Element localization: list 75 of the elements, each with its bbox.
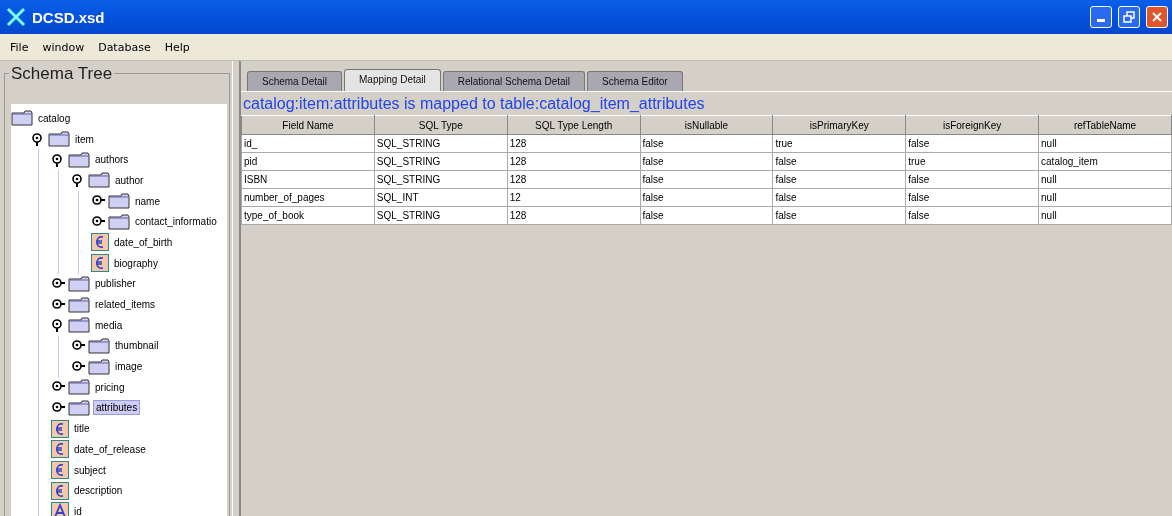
minimize-button[interactable]: [1090, 6, 1112, 28]
collapse-handle-icon[interactable]: [31, 132, 45, 147]
tree-item[interactable]: title: [72, 422, 92, 436]
folder-icon: [48, 131, 70, 148]
menu-item[interactable]: File: [10, 40, 29, 54]
restore-icon: [1123, 11, 1135, 23]
column-header[interactable]: SQL Type Length: [507, 115, 641, 135]
attribute-icon: [51, 502, 69, 516]
folder-icon: [88, 358, 110, 375]
tree-item[interactable]: related_items: [93, 298, 158, 312]
column-header[interactable]: refTableName: [1038, 115, 1172, 135]
tree-item[interactable]: date_of_release: [72, 442, 148, 456]
tree-item[interactable]: date_of_birth: [112, 235, 175, 249]
tree-item[interactable]: thumbnail: [113, 339, 161, 353]
tab[interactable]: Relational Schema Detail: [442, 71, 586, 91]
mapping-title: catalog:item:attributes is mapped to table:catalog_item_attributes: [242, 94, 706, 114]
expand-handle-icon[interactable]: [51, 400, 65, 415]
minimize-icon: [1097, 19, 1105, 22]
folder-icon: [88, 337, 110, 354]
restore-button[interactable]: [1118, 6, 1140, 28]
folder-icon: [68, 379, 90, 396]
tree-item[interactable]: media: [93, 318, 125, 332]
folder-icon: [68, 151, 90, 168]
element-icon: [51, 419, 69, 438]
collapse-handle-icon[interactable]: [71, 173, 85, 188]
tree-item[interactable]: attributes: [93, 400, 141, 416]
tree-item[interactable]: image: [113, 360, 145, 374]
folder-icon: [68, 296, 90, 313]
tree-item[interactable]: description: [72, 484, 125, 498]
tree-item[interactable]: authors: [93, 153, 131, 167]
column-header[interactable]: SQL Type: [374, 115, 508, 135]
close-icon: [1151, 11, 1163, 23]
app-logo-icon: [6, 7, 26, 27]
expand-handle-icon[interactable]: [71, 338, 85, 353]
element-icon: [51, 461, 69, 480]
column-header[interactable]: isForeignKey: [905, 115, 1039, 135]
collapse-handle-icon[interactable]: [51, 318, 65, 333]
expand-handle-icon[interactable]: [71, 359, 85, 374]
splitter[interactable]: [232, 61, 240, 516]
element-icon: [91, 233, 109, 252]
tree-item[interactable]: biography: [112, 256, 160, 270]
element-icon: [51, 440, 69, 459]
tree-item[interactable]: id: [72, 504, 84, 516]
folder-icon: [68, 275, 90, 292]
tab[interactable]: Mapping Detail: [344, 69, 441, 91]
tree-item[interactable]: name: [133, 194, 162, 208]
tree-item[interactable]: item: [73, 132, 96, 146]
column-header[interactable]: isPrimaryKey: [772, 115, 906, 135]
collapse-handle-icon[interactable]: [51, 152, 65, 167]
element-icon: [51, 481, 69, 500]
tree-item[interactable]: author: [113, 173, 146, 187]
menu-item[interactable]: Database: [98, 40, 151, 54]
window-title: DCSD.xsd: [32, 8, 106, 26]
tree-item[interactable]: subject: [72, 463, 108, 477]
element-icon: [91, 254, 109, 273]
close-button[interactable]: [1146, 6, 1168, 28]
folder-icon: [68, 399, 90, 416]
tree-item[interactable]: pricing: [93, 380, 127, 394]
folder-icon: [108, 213, 130, 230]
tree-item[interactable]: contact_informatio: [133, 215, 219, 229]
expand-handle-icon[interactable]: [51, 276, 65, 291]
column-header[interactable]: Field Name: [241, 115, 375, 135]
tab[interactable]: Schema Editor: [587, 71, 683, 91]
tree-item[interactable]: catalog: [36, 111, 73, 125]
folder-icon: [11, 110, 33, 127]
menu-item[interactable]: window: [42, 40, 85, 54]
folder-icon: [88, 172, 110, 189]
folder-icon: [68, 317, 90, 334]
expand-handle-icon[interactable]: [91, 214, 105, 229]
column-header[interactable]: isNullable: [640, 115, 773, 135]
menu-item[interactable]: Help: [164, 40, 190, 54]
expand-handle-icon[interactable]: [51, 297, 65, 312]
tree-item[interactable]: publisher: [93, 277, 138, 291]
tab[interactable]: Schema Detail: [247, 71, 343, 91]
folder-icon: [108, 193, 130, 210]
